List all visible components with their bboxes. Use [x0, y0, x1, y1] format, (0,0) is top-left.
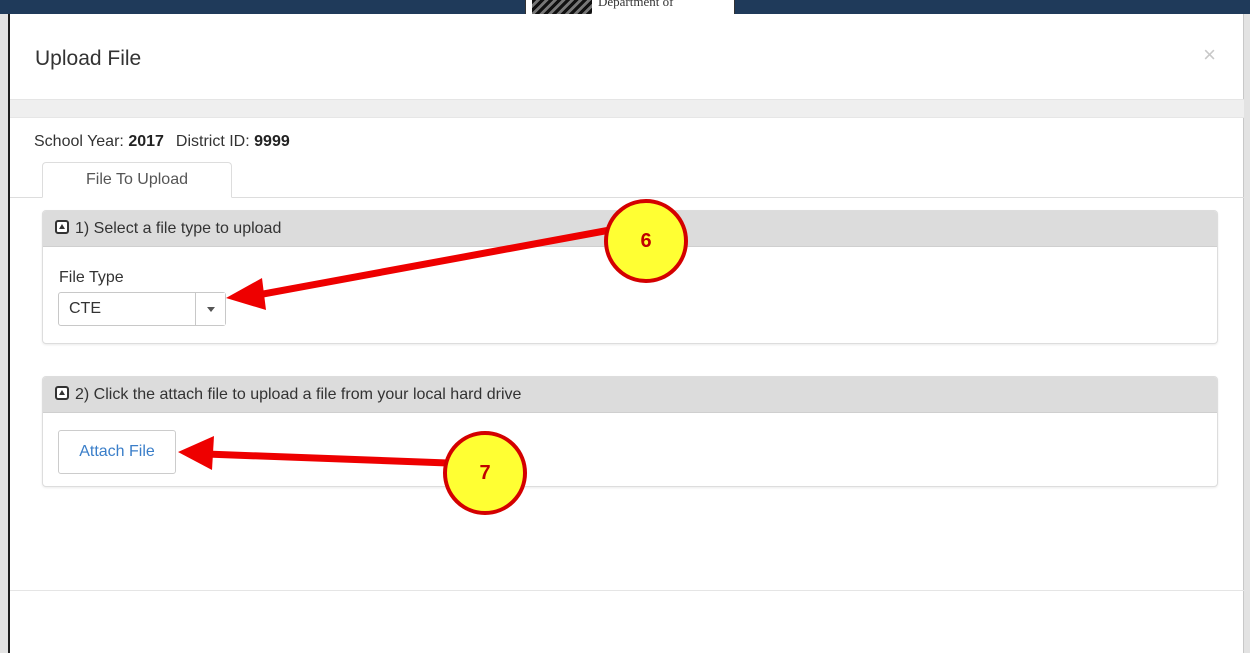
district-id-label: District ID:	[175, 133, 250, 150]
collapse-icon[interactable]	[55, 220, 69, 234]
tab-file-to-upload[interactable]: File To Upload	[42, 162, 232, 198]
dropdown-toggle[interactable]	[195, 293, 225, 325]
logo-text: Department of	[598, 0, 674, 9]
attach-file-button[interactable]: Attach File	[58, 430, 176, 474]
file-type-select[interactable]: CTE	[58, 292, 226, 326]
logo-stripes	[532, 0, 592, 14]
upload-file-modal: Upload File × School Year: 2017 District …	[10, 14, 1244, 653]
school-year-value: 2017	[128, 133, 164, 150]
panel-header-attach-file[interactable]: 2) Click the attach file to upload a fil…	[43, 377, 1217, 413]
modal-footer-divider	[10, 590, 1244, 591]
school-year-label: School Year:	[34, 133, 124, 150]
file-type-label: File Type	[59, 269, 124, 286]
chevron-down-icon	[207, 307, 215, 312]
panel-header-text: 1) Select a file type to upload	[75, 220, 282, 237]
collapse-icon[interactable]	[55, 386, 69, 400]
background-right-edge	[1244, 14, 1250, 653]
panel-header-text: 2) Click the attach file to upload a fil…	[75, 386, 522, 403]
header-band	[10, 100, 1244, 118]
callout-6: 6	[604, 199, 688, 283]
file-type-selected-value: CTE	[69, 300, 101, 317]
attach-file-panel: 2) Click the attach file to upload a fil…	[42, 376, 1218, 487]
modal-title: Upload File	[35, 47, 142, 70]
modal-header: Upload File ×	[10, 14, 1244, 100]
close-icon[interactable]: ×	[1203, 44, 1216, 66]
background-logo: Department of	[525, 0, 735, 14]
callout-7: 7	[443, 431, 527, 515]
context-info: School Year: 2017 District ID: 9999	[34, 133, 290, 151]
district-id-value: 9999	[254, 133, 290, 150]
